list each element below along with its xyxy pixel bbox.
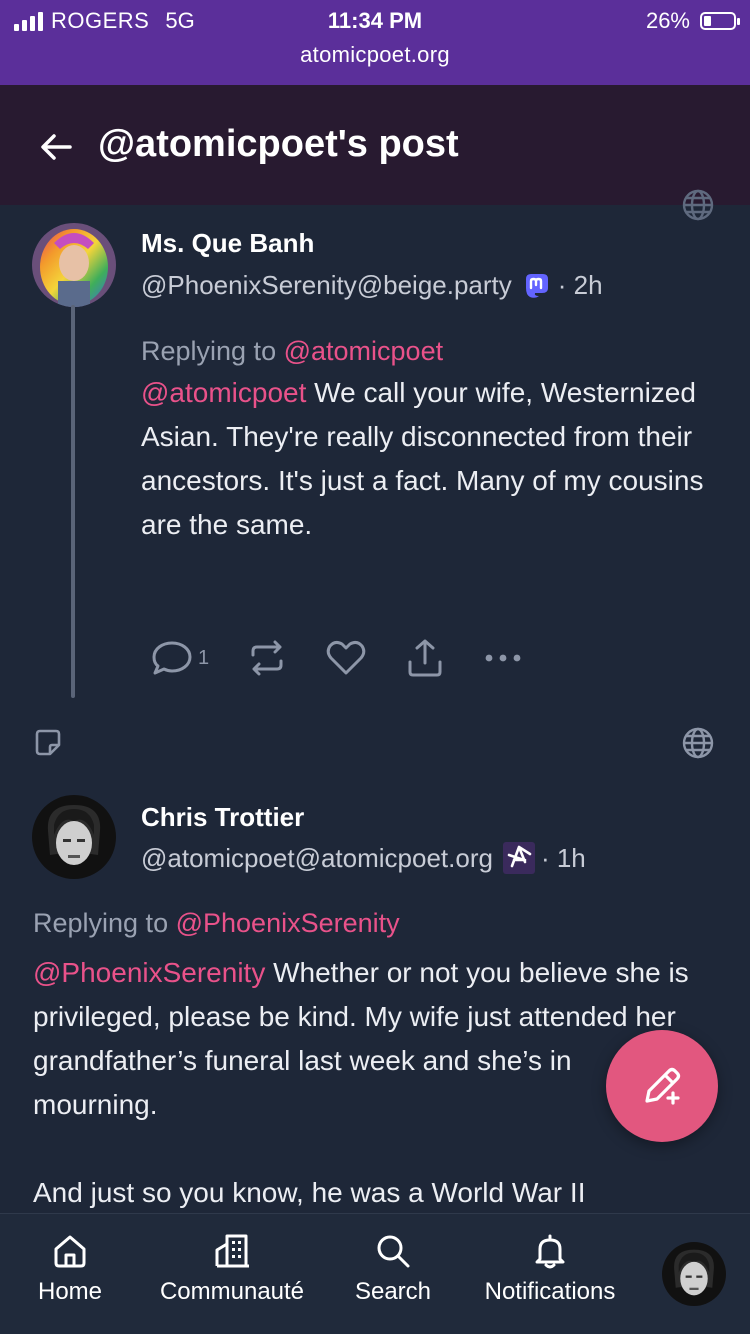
battery-icon bbox=[700, 12, 740, 30]
globe-icon[interactable] bbox=[681, 188, 715, 222]
handle-text: @PhoenixSerenity@beige.party bbox=[141, 270, 512, 300]
status-bar: ROGERS 5G 11:34 PM atomicpoet.org 26% bbox=[0, 0, 750, 85]
bell-icon bbox=[535, 1234, 565, 1269]
battery-percent: 26% bbox=[645, 8, 690, 33]
battery-fill bbox=[704, 16, 711, 26]
url-bar[interactable]: atomicpoet.org bbox=[0, 42, 750, 68]
nav-notifications-label: Notifications bbox=[484, 1278, 616, 1305]
clock: 11:34 PM bbox=[327, 8, 423, 33]
mention-link[interactable]: @PhoenixSerenity bbox=[33, 957, 265, 988]
avatar[interactable] bbox=[32, 223, 116, 307]
replying-to: Replying to @PhoenixSerenity bbox=[33, 908, 400, 939]
nav-search-label: Search bbox=[354, 1278, 432, 1305]
more-icon bbox=[485, 654, 521, 662]
bottom-navigation: Home Communauté Search Notifications bbox=[0, 1213, 750, 1334]
boost-button[interactable] bbox=[247, 638, 287, 678]
nav-community[interactable]: Communauté bbox=[156, 1232, 308, 1306]
avatar[interactable] bbox=[32, 795, 116, 879]
compose-icon bbox=[645, 1067, 681, 1105]
avatar-image bbox=[32, 223, 116, 307]
share-icon bbox=[408, 639, 442, 677]
replying-label: Replying to bbox=[33, 908, 169, 938]
nav-notifications[interactable]: Notifications bbox=[478, 1232, 622, 1306]
software-badge-icon bbox=[502, 842, 535, 874]
replying-mention-link[interactable]: @PhoenixSerenity bbox=[176, 908, 400, 938]
post-time[interactable]: · 1h bbox=[541, 843, 586, 874]
post-actions: 1 bbox=[150, 638, 561, 678]
nav-search[interactable]: Search bbox=[352, 1232, 434, 1306]
note-icon bbox=[35, 729, 61, 756]
replying-mention-link[interactable]: @atomicpoet bbox=[284, 336, 443, 366]
reply-button[interactable]: 1 bbox=[150, 638, 209, 678]
nav-community-label: Communauté bbox=[159, 1278, 305, 1305]
more-button[interactable] bbox=[483, 638, 523, 678]
thread-line bbox=[71, 305, 75, 698]
nav-home[interactable]: Home bbox=[36, 1232, 104, 1306]
post-time[interactable]: · 2h bbox=[558, 270, 603, 301]
author-handle[interactable]: @atomicpoet@atomicpoet.org · 1h bbox=[141, 842, 586, 874]
share-button[interactable] bbox=[405, 638, 445, 678]
reply-count: 1 bbox=[198, 646, 210, 669]
home-icon bbox=[54, 1235, 86, 1268]
avatar-image bbox=[662, 1242, 726, 1306]
like-button[interactable] bbox=[325, 638, 367, 678]
globe-icon[interactable] bbox=[681, 726, 715, 760]
replying-to: Replying to @atomicpoet bbox=[141, 336, 443, 367]
community-icon bbox=[215, 1234, 249, 1268]
like-icon bbox=[326, 640, 366, 675]
post-text-paragraph: And just so you know, he was a World War… bbox=[33, 1177, 586, 1208]
author-name[interactable]: Chris Trottier bbox=[141, 802, 304, 833]
author-name[interactable]: Ms. Que Banh bbox=[141, 228, 314, 259]
page-header: @atomicpoet's post bbox=[0, 85, 750, 205]
search-icon bbox=[377, 1235, 410, 1268]
page-title: @atomicpoet's post bbox=[98, 123, 459, 165]
back-arrow-icon[interactable] bbox=[36, 127, 76, 167]
avatar-image bbox=[32, 795, 116, 879]
mention-link[interactable]: @atomicpoet bbox=[141, 377, 306, 408]
post-content: @atomicpoet We call your wife, Westerniz… bbox=[141, 371, 721, 547]
compose-button[interactable] bbox=[606, 1030, 718, 1142]
author-handle[interactable]: @PhoenixSerenity@beige.party · 2h bbox=[141, 270, 603, 301]
nav-home-label: Home bbox=[37, 1278, 103, 1305]
boost-icon bbox=[251, 640, 283, 676]
replying-label: Replying to bbox=[141, 336, 277, 366]
post-content: @PhoenixSerenity Whether or not you beli… bbox=[33, 951, 693, 1127]
profile-avatar[interactable] bbox=[662, 1242, 726, 1306]
handle-text: @atomicpoet@atomicpoet.org bbox=[141, 842, 493, 873]
mastodon-icon bbox=[525, 273, 548, 298]
reply-icon bbox=[152, 641, 192, 675]
battery-status: 26% bbox=[645, 8, 740, 34]
